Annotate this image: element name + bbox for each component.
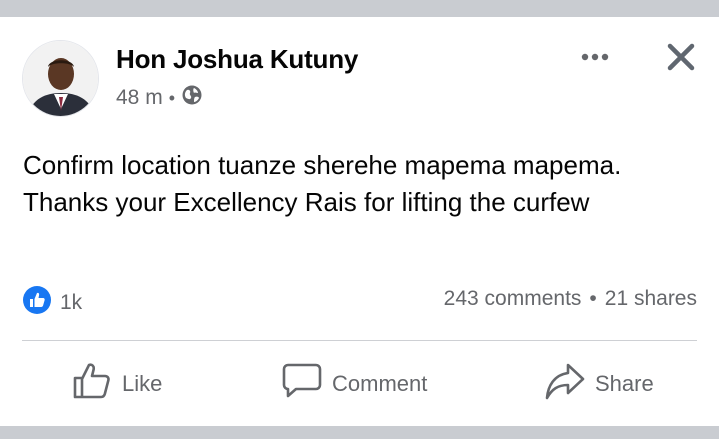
- avatar[interactable]: [22, 40, 99, 117]
- share-arrow-icon: [545, 361, 585, 407]
- post-text: Confirm location tuanze sherehe mapema m…: [23, 150, 622, 217]
- share-label: Share: [595, 371, 654, 396]
- like-button[interactable]: Like: [72, 362, 162, 406]
- reactions-summary[interactable]: 1k: [22, 285, 82, 320]
- like-label: Like: [122, 371, 163, 396]
- post-time[interactable]: 48 m: [116, 86, 163, 110]
- close-icon[interactable]: [664, 40, 698, 74]
- engagement-stats: 243 comments • 21 shares: [444, 287, 697, 311]
- feed-separator-bottom: [0, 426, 719, 439]
- globe-icon: [181, 84, 203, 112]
- action-bar: Like Comment Share: [0, 362, 719, 406]
- thumbs-up-icon: [72, 361, 112, 407]
- post-meta: 48 m •: [116, 84, 203, 112]
- meta-separator: •: [168, 87, 175, 108]
- comment-icon: [282, 361, 322, 407]
- stats-separator: •: [589, 287, 597, 310]
- feed-separator-top: [0, 0, 719, 17]
- avatar-image: [23, 41, 98, 116]
- share-button[interactable]: Share: [545, 362, 654, 406]
- divider: [22, 340, 697, 341]
- more-options-icon[interactable]: [578, 47, 614, 67]
- author-name[interactable]: Hon Joshua Kutuny: [116, 44, 358, 75]
- comment-button[interactable]: Comment: [282, 362, 427, 406]
- comments-count[interactable]: 243 comments: [444, 287, 582, 311]
- comment-label: Comment: [332, 371, 428, 396]
- shares-count[interactable]: 21 shares: [605, 287, 697, 311]
- like-reaction-icon: [22, 285, 52, 320]
- reaction-count: 1k: [60, 290, 83, 314]
